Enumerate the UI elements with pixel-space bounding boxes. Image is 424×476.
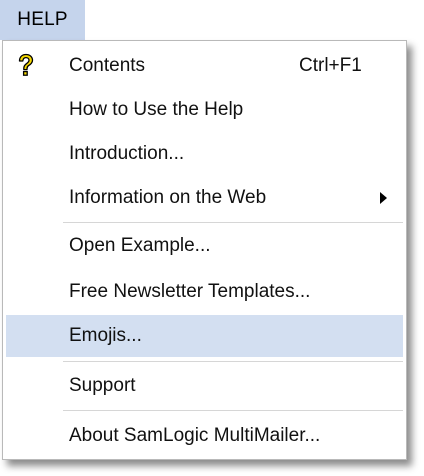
menubar-help[interactable]: HELP: [0, 0, 85, 40]
menu-item-contents[interactable]: Contents Ctrl+F1: [6, 45, 403, 87]
help-dropdown-menu: Contents Ctrl+F1 How to Use the Help Int…: [2, 40, 407, 460]
menu-item-introduction[interactable]: Introduction...: [6, 133, 403, 175]
menu-separator: [63, 361, 403, 362]
app-window: HELP Contents Ctrl+F1 How to Use the Hel…: [0, 0, 424, 476]
menu-item-free-newsletter-templates[interactable]: Free Newsletter Templates...: [6, 271, 403, 313]
menu-item-how-to-use-help[interactable]: How to Use the Help: [6, 89, 403, 131]
menu-item-emojis[interactable]: Emojis...: [6, 315, 403, 357]
help-question-icon: [16, 53, 36, 79]
menu-item-label: How to Use the Help: [69, 99, 244, 120]
menu-item-label: Open Example...: [69, 235, 211, 256]
submenu-arrow-icon: [380, 192, 387, 204]
menu-item-support[interactable]: Support: [6, 365, 403, 407]
menu-item-label: Free Newsletter Templates...: [69, 281, 311, 302]
menu-item-label: Emojis...: [69, 325, 142, 346]
menu-item-label: Information on the Web: [69, 187, 267, 208]
menu-separator: [63, 410, 403, 411]
menu-item-label: Contents: [69, 55, 146, 76]
menu-item-shortcut: Ctrl+F1: [299, 55, 362, 76]
menu-item-label: Support: [69, 375, 136, 396]
menu-separator: [63, 222, 403, 223]
menu-item-information-on-web[interactable]: Information on the Web: [6, 177, 403, 219]
menu-item-open-example[interactable]: Open Example...: [6, 225, 403, 267]
menu-item-label: About SamLogic MultiMailer...: [69, 425, 321, 446]
menu-item-about[interactable]: About SamLogic MultiMailer...: [6, 415, 403, 457]
menu-item-label: Introduction...: [69, 143, 185, 164]
